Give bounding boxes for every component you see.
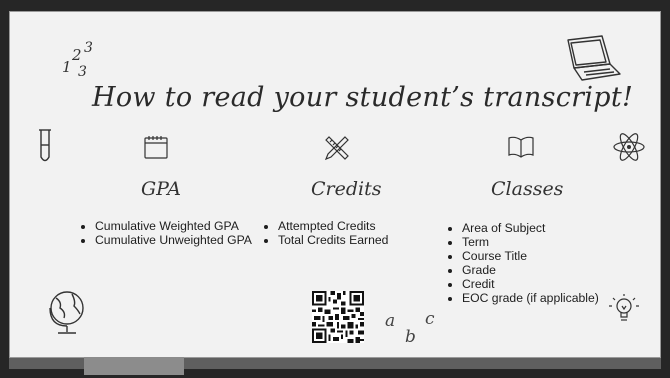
svg-text:a: a: [385, 311, 395, 331]
list-item: Term: [462, 235, 642, 249]
numbers-doodle-icon: 1 2 3 3: [62, 40, 93, 78]
test-tube-icon: [39, 129, 51, 162]
svg-text:2: 2: [71, 46, 82, 64]
list-item: Area of Subject: [462, 221, 642, 235]
svg-text:3: 3: [78, 64, 87, 78]
svg-text:c: c: [425, 309, 435, 329]
list-item: Attempted Credits: [278, 219, 438, 233]
list-item: Cumulative Unweighted GPA: [95, 233, 260, 247]
globe-icon: [49, 291, 84, 334]
heading-gpa: GPA: [141, 178, 181, 200]
svg-text:1: 1: [62, 58, 72, 76]
svg-text:b: b: [405, 327, 416, 346]
list-item: Cumulative Weighted GPA: [95, 219, 260, 233]
list-item: Credit: [462, 277, 642, 291]
heading-classes: Classes: [491, 178, 564, 200]
list-item: Total Credits Earned: [278, 233, 438, 247]
laptop-icon: [567, 35, 621, 81]
calendar-icon: [144, 136, 168, 159]
list-item: Grade: [462, 263, 642, 277]
atom-icon: [613, 133, 645, 161]
slide-title: How to read your student’s transcript!: [92, 82, 634, 113]
pencil-ruler-icon: [324, 136, 349, 161]
eraser: [84, 357, 184, 375]
abc-doodle-icon: a b c: [385, 309, 435, 346]
lightbulb-icon: [609, 294, 639, 321]
heading-credits: Credits: [311, 178, 382, 200]
list-item: Course Title: [462, 249, 642, 263]
gpa-list: Cumulative Weighted GPA Cumulative Unwei…: [75, 219, 260, 247]
open-book-icon: [508, 136, 534, 158]
credits-list: Attempted Credits Total Credits Earned: [258, 219, 438, 247]
qr-code-icon: [312, 291, 364, 343]
svg-text:3: 3: [84, 40, 93, 56]
